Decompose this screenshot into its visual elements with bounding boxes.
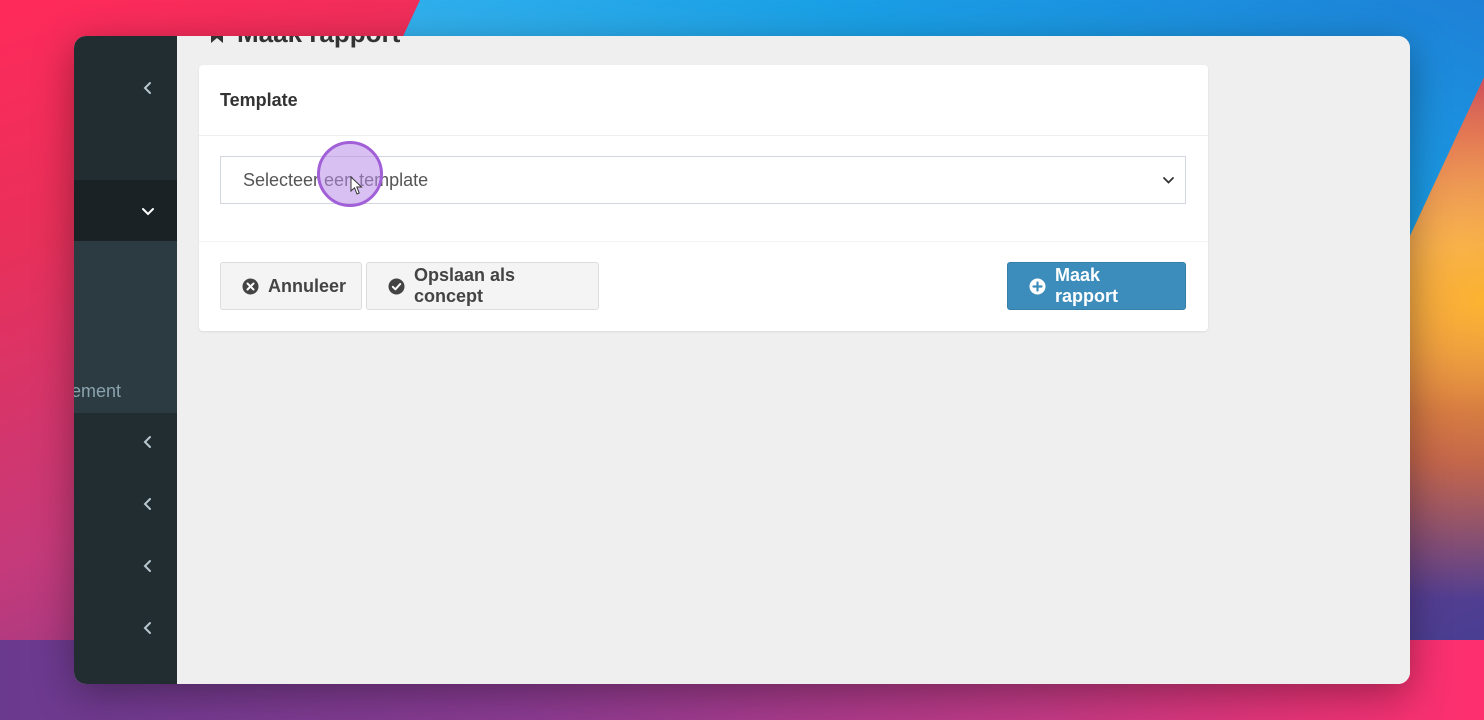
page-header: Maak rapport	[207, 36, 400, 49]
chevron-left-icon	[143, 560, 151, 572]
app-window: ement Maak rapport Template	[74, 36, 1410, 684]
box-body: Selecteer een template	[199, 136, 1208, 242]
chevron-down-icon	[1163, 177, 1174, 184]
sidebar-item-6[interactable]	[74, 604, 177, 652]
save-draft-button[interactable]: Opslaan als concept	[366, 262, 599, 310]
cancel-button[interactable]: Annuleer	[220, 262, 362, 310]
times-circle-icon	[242, 278, 259, 294]
chevron-left-icon	[143, 622, 151, 634]
sidebar-item-4[interactable]	[74, 480, 177, 528]
section-title: Template	[220, 89, 298, 110]
page-title: Maak rapport	[237, 36, 400, 49]
chevron-down-icon	[142, 208, 154, 216]
sidebar-item-3[interactable]	[74, 418, 177, 466]
create-report-button[interactable]: Maak rapport	[1007, 262, 1186, 310]
plus-circle-icon	[1029, 278, 1046, 294]
sidebar: ement	[74, 36, 177, 684]
cancel-button-label: Annuleer	[268, 275, 347, 296]
template-select[interactable]: Selecteer een template	[220, 156, 1186, 204]
chevron-left-icon	[143, 436, 151, 448]
sidebar-item-5[interactable]	[74, 542, 177, 590]
box-footer: Annuleer Opslaan als concept Maak rappor…	[199, 242, 1208, 332]
template-select-value: Selecteer een template	[243, 169, 429, 190]
check-circle-icon	[388, 278, 405, 294]
main-content: Maak rapport Template Selecteer een temp…	[177, 36, 1410, 684]
save-draft-button-label: Opslaan als concept	[414, 265, 516, 306]
chevron-left-icon	[143, 82, 151, 94]
sidebar-item-2-expanded[interactable]	[74, 180, 177, 242]
chevron-left-icon	[143, 498, 151, 510]
create-report-button-label: Maak rapport	[1055, 265, 1118, 306]
box-header: Template	[199, 65, 1208, 136]
bookmark-icon	[211, 36, 223, 43]
sidebar-submenu-item[interactable]: ement	[74, 381, 177, 402]
desktop-background: ement Maak rapport Template	[0, 0, 1484, 720]
report-form-box: Template Selecteer een template Annuleer	[199, 65, 1208, 331]
sidebar-item-1[interactable]	[74, 64, 177, 112]
